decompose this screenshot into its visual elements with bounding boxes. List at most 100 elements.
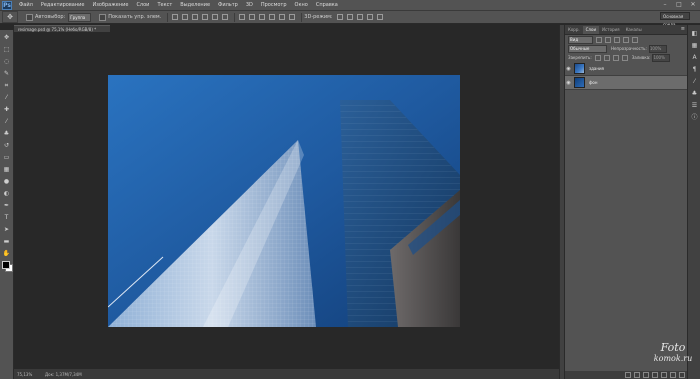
fill-field[interactable]: 100%	[652, 53, 671, 62]
blend-mode-dropdown[interactable]: Обычные	[568, 44, 607, 53]
auto-select-checkbox[interactable]	[26, 13, 33, 21]
path-selection-tool-icon[interactable]: ➤	[2, 225, 11, 234]
workspace-switcher[interactable]: Основная среда	[660, 12, 690, 27]
align-bottom-icon[interactable]	[192, 14, 199, 20]
zoom-level[interactable]: 75,13%	[14, 372, 39, 377]
skyscrapers-photo	[108, 75, 460, 327]
distribute-bottom-icon[interactable]	[259, 14, 266, 20]
filter-adjustment-icon[interactable]	[605, 36, 611, 43]
filter-pixel-icon[interactable]	[596, 36, 602, 43]
brush-panel-icon[interactable]: ⁄	[691, 78, 698, 85]
roll-3d-icon[interactable]	[346, 14, 353, 20]
history-brush-tool-icon[interactable]: ↺	[2, 141, 11, 150]
visibility-eye-icon[interactable]: ◉	[565, 66, 572, 72]
filter-type-icon[interactable]	[614, 36, 620, 43]
info-panel-icon[interactable]: ⓘ	[691, 114, 698, 121]
lock-position-icon[interactable]	[612, 54, 619, 61]
foreground-color-swatch[interactable]	[2, 261, 10, 269]
distribute-right-icon[interactable]	[289, 14, 296, 20]
properties-panel-icon[interactable]: ☰	[691, 102, 698, 109]
color-panel-icon[interactable]: ◧	[691, 30, 698, 37]
tab-history[interactable]: История	[599, 26, 623, 34]
opacity-label: Непрозрачность:	[611, 46, 647, 51]
lock-transparent-icon[interactable]	[594, 54, 601, 61]
close-icon[interactable]: ✕	[688, 0, 698, 9]
menu-select[interactable]: Выделение	[176, 2, 214, 8]
layer-name[interactable]: фон	[589, 80, 597, 85]
layer-item[interactable]: ◉ здания	[565, 62, 688, 76]
filter-smart-object-icon[interactable]	[632, 36, 638, 43]
mode-3d-label: 3D-режим:	[304, 14, 333, 20]
marquee-tool-icon[interactable]: ⬚	[2, 45, 11, 54]
clone-source-panel-icon[interactable]: ♣	[691, 90, 698, 97]
lock-all-icon[interactable]	[621, 54, 628, 61]
auto-select-dropdown[interactable]: Группа	[68, 12, 92, 22]
eraser-tool-icon[interactable]: ▭	[2, 153, 11, 162]
character-panel-icon[interactable]: A	[691, 54, 698, 61]
lasso-tool-icon[interactable]: ◌	[2, 57, 11, 66]
tab-adjustments[interactable]: Корр.	[565, 26, 583, 34]
menu-help[interactable]: Справка	[312, 2, 342, 8]
layer-kind-filter[interactable]: Вид	[568, 35, 593, 44]
align-left-icon[interactable]	[202, 14, 209, 20]
show-transform-checkbox[interactable]	[99, 13, 107, 21]
menu-type[interactable]: Текст	[153, 2, 176, 8]
align-right-icon[interactable]	[222, 14, 229, 20]
panel-menu-icon[interactable]: ≡	[681, 26, 685, 32]
eyedropper-tool-icon[interactable]: ⁄	[2, 93, 11, 102]
scale-3d-icon[interactable]	[376, 14, 383, 20]
type-tool-icon[interactable]: T	[2, 213, 11, 222]
opacity-field[interactable]: 100%	[648, 44, 667, 53]
menu-file[interactable]: Файл	[15, 2, 37, 8]
distribute-top-icon[interactable]	[239, 14, 246, 20]
filter-shape-icon[interactable]	[623, 36, 629, 43]
align-center-icon[interactable]	[212, 14, 219, 20]
distribute-middle-icon[interactable]	[249, 14, 256, 20]
document-canvas-image[interactable]	[108, 75, 460, 327]
crop-tool-icon[interactable]: ⌗	[2, 81, 11, 90]
menu-image[interactable]: Изображение	[88, 2, 132, 8]
layer-name[interactable]: здания	[589, 66, 604, 71]
distribute-left-icon[interactable]	[269, 14, 276, 20]
menu-layers[interactable]: Слои	[132, 2, 153, 8]
swatches-panel-icon[interactable]: ▦	[691, 42, 698, 49]
fill-label: Заливка:	[631, 55, 651, 60]
dodge-tool-icon[interactable]: ◐	[2, 189, 11, 198]
paragraph-panel-icon[interactable]: ¶	[691, 66, 698, 73]
lock-image-icon[interactable]	[603, 54, 610, 61]
watermark-line-2: komok.ru	[653, 354, 693, 363]
menu-3d[interactable]: 3D	[242, 2, 257, 8]
quick-select-tool-icon[interactable]: ✎	[2, 69, 11, 78]
lock-label: Закрепить:	[568, 55, 592, 60]
clone-stamp-tool-icon[interactable]: ♣	[2, 129, 11, 138]
gradient-tool-icon[interactable]: ▦	[2, 165, 11, 174]
healing-brush-tool-icon[interactable]: ✚	[2, 105, 11, 114]
hand-tool-icon[interactable]: ✋	[2, 249, 11, 258]
brush-tool-icon[interactable]: ⁄	[2, 117, 11, 126]
rotate-3d-icon[interactable]	[336, 14, 343, 20]
menu-view[interactable]: Просмотр	[257, 2, 291, 8]
menu-edit[interactable]: Редактирование	[37, 2, 89, 8]
divider	[234, 12, 236, 22]
layer-item[interactable]: ◉ фон	[565, 76, 688, 90]
pen-tool-icon[interactable]: ✒	[2, 201, 11, 210]
link-layers-icon[interactable]	[625, 372, 631, 378]
tab-channels[interactable]: Каналы	[623, 26, 645, 34]
move-tool-preset-icon[interactable]: ✥	[2, 11, 18, 23]
blur-tool-icon[interactable]: ●	[2, 177, 11, 186]
distribute-center-icon[interactable]	[279, 14, 286, 20]
align-middle-icon[interactable]	[182, 14, 189, 20]
move-tool-icon[interactable]: ✥	[2, 33, 11, 42]
minimize-icon[interactable]: –	[660, 0, 670, 9]
tab-layers[interactable]: Слои	[582, 26, 600, 34]
visibility-eye-icon[interactable]: ◉	[565, 80, 572, 86]
slide-3d-icon[interactable]	[366, 14, 373, 20]
shape-tool-icon[interactable]: ▬	[2, 237, 11, 246]
menu-filter[interactable]: Фильтр	[214, 2, 242, 8]
maximize-icon[interactable]: □	[674, 0, 684, 9]
align-top-icon[interactable]	[172, 14, 179, 20]
layer-style-icon[interactable]	[634, 372, 640, 378]
show-transform-label: Показать упр. элем.	[108, 14, 162, 20]
drag-3d-icon[interactable]	[356, 14, 363, 20]
menu-window[interactable]: Окно	[291, 2, 312, 8]
